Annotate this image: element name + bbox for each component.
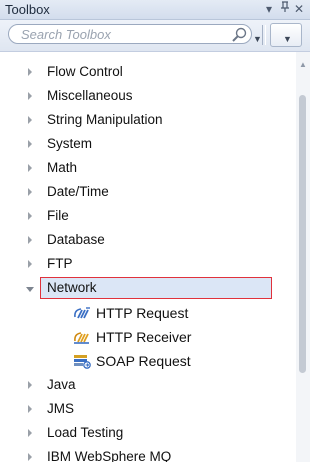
tree-item-label: SOAP Request <box>96 353 191 369</box>
expand-arrow-icon[interactable] <box>24 427 36 439</box>
expand-arrow-icon[interactable] <box>24 90 36 102</box>
magnifier-icon[interactable] <box>231 27 249 43</box>
search-toolbar: ▼ ▼ <box>0 20 310 52</box>
toolbar-separator <box>262 25 266 45</box>
tree-item-string-manipulation[interactable]: String Manipulation <box>0 108 296 132</box>
expand-arrow-icon[interactable] <box>24 403 36 415</box>
expand-arrow-icon[interactable] <box>24 138 36 150</box>
tree-item-label: System <box>47 136 93 151</box>
tree-item-label: IBM WebSphere MQ <box>47 449 172 462</box>
collapse-arrow-icon[interactable] <box>24 283 36 295</box>
tree-item-label: Flow Control <box>47 64 123 79</box>
search-box[interactable] <box>8 24 252 44</box>
panel-title: Toolbox <box>5 2 50 17</box>
expand-arrow-icon[interactable] <box>24 114 36 126</box>
tree-item-label: Date/Time <box>47 184 109 199</box>
tree-item-label: HTTP Receiver <box>96 329 192 345</box>
expand-arrow-icon[interactable] <box>24 186 36 198</box>
tree-item-label: HTTP Request <box>96 305 189 321</box>
tree-item-jms[interactable]: JMS <box>0 397 296 421</box>
tree-item-file[interactable]: File <box>0 204 296 228</box>
tree-item-ftp[interactable]: FTP <box>0 252 296 276</box>
expand-arrow-icon[interactable] <box>24 451 36 462</box>
tree-item-soap-request[interactable]: SOAP Request <box>0 349 296 373</box>
dropdown-icon[interactable]: ▾ <box>266 1 272 17</box>
http-request-icon <box>74 307 90 319</box>
scroll-up-arrow-icon[interactable]: ▲ <box>299 60 307 69</box>
toolbox-options-button[interactable]: ▼ <box>270 23 302 47</box>
tree-item-label: Math <box>47 160 78 175</box>
tree-item-label: Java <box>47 377 76 392</box>
pin-icon[interactable] <box>280 1 290 17</box>
http-receiver-icon <box>74 332 89 344</box>
tree-item-ibm-websphere-mq[interactable]: IBM WebSphere MQ <box>0 445 296 462</box>
tree-item-java[interactable]: Java <box>0 373 296 397</box>
tree-item-system[interactable]: System <box>0 132 296 156</box>
tree-item-network[interactable]: Network <box>0 277 296 301</box>
tree-item-label: Miscellaneous <box>47 88 133 103</box>
tree-item-label: Database <box>47 232 105 247</box>
toolbox-tree: Flow Control Miscellaneous String Manipu… <box>0 52 296 462</box>
tree-item-flow-control[interactable]: Flow Control <box>0 60 296 84</box>
tree-item-label: JMS <box>47 401 74 416</box>
expand-arrow-icon[interactable] <box>24 66 36 78</box>
search-history-chevron-icon[interactable]: ▼ <box>253 34 262 44</box>
tree-item-label: Load Testing <box>47 425 124 440</box>
tree-item-http-request[interactable]: HTTP Request <box>0 301 296 325</box>
tree-item-database[interactable]: Database <box>0 228 296 252</box>
expand-arrow-icon[interactable] <box>24 210 36 222</box>
expand-arrow-icon[interactable] <box>24 258 36 270</box>
tree-item-date-time[interactable]: Date/Time <box>0 180 296 204</box>
toolbox-titlebar: Toolbox ▾ ✕ <box>0 0 310 20</box>
expand-arrow-icon[interactable] <box>24 379 36 391</box>
tree-item-label: Network <box>47 280 97 295</box>
tree-item-load-testing[interactable]: Load Testing <box>0 421 296 445</box>
expand-arrow-icon[interactable] <box>24 162 36 174</box>
tree-item-label: String Manipulation <box>47 112 163 127</box>
vertical-scrollbar[interactable]: ▲ <box>296 52 310 462</box>
soap-request-icon <box>74 355 91 369</box>
tree-item-http-receiver[interactable]: HTTP Receiver <box>0 325 296 349</box>
chevron-down-icon: ▼ <box>283 34 292 44</box>
search-input[interactable] <box>21 26 201 42</box>
scrollbar-thumb[interactable] <box>299 95 306 373</box>
expand-arrow-icon[interactable] <box>24 234 36 246</box>
tree-item-label: File <box>47 208 69 223</box>
tree-item-math[interactable]: Math <box>0 156 296 180</box>
tree-item-label: FTP <box>47 256 73 271</box>
tree-item-miscellaneous[interactable]: Miscellaneous <box>0 84 296 108</box>
close-icon[interactable]: ✕ <box>294 1 304 17</box>
